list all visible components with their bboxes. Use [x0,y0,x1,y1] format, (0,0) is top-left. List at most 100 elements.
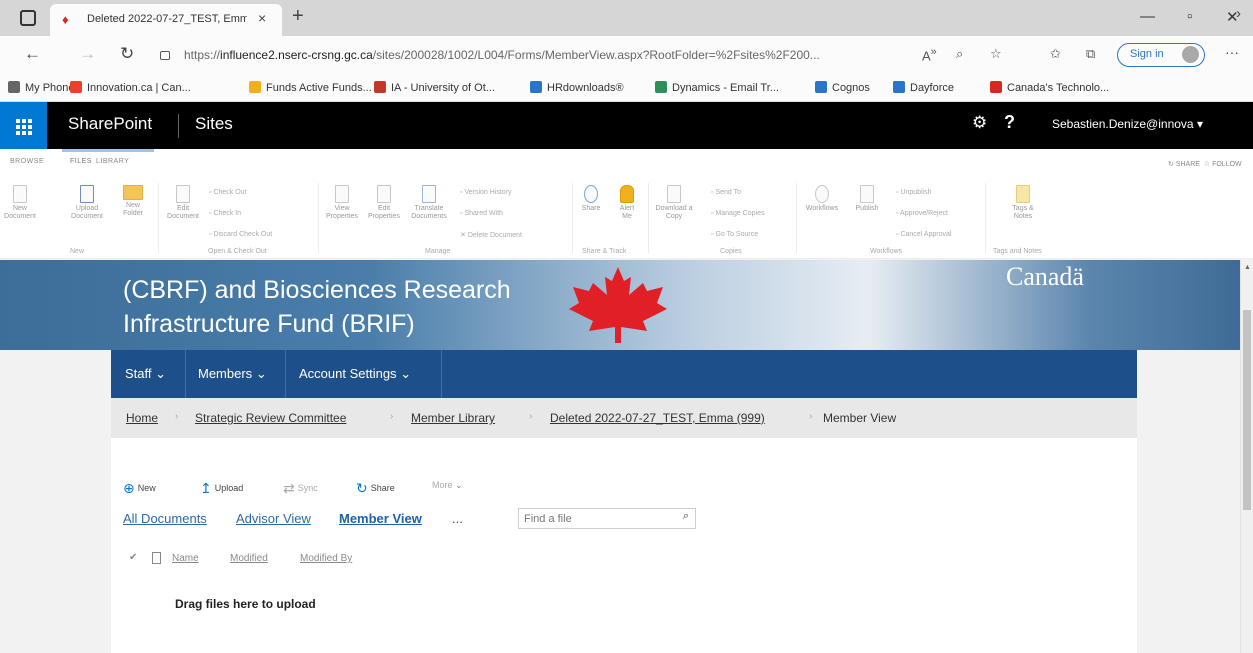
browser-tab[interactable]: ♦ Deleted 2022-07-27_TEST, Emm × [50,4,282,36]
tab-library[interactable]: LIBRARY [96,158,129,165]
ribbon-separator [158,183,159,253]
settings-gear-icon[interactable]: ⚙ [972,113,987,133]
breadcrumb-home[interactable]: Home [126,411,158,425]
tags-notes-button[interactable]: Tags & Notes [1003,185,1043,221]
view-properties-button[interactable]: View Properties [322,185,362,221]
refresh-icon[interactable]: ↻ [120,45,134,62]
select-all-checkmark-icon[interactable]: ✔ [129,552,137,563]
help-icon[interactable]: ? [1004,112,1015,133]
manage-copies-button[interactable]: ▫ Manage Copies [711,210,764,217]
alert-me-button[interactable]: Alert Me [614,185,640,221]
view-more-menu[interactable]: ... [452,511,463,526]
sites-link[interactable]: Sites [195,114,233,134]
more-command[interactable]: More ⌄ [432,480,463,491]
column-modified-by[interactable]: Modified By [300,553,352,564]
upload-icon [80,185,94,203]
url-field[interactable]: https://influence2.nserc-crsng.gc.ca/sit… [160,43,960,67]
search-icon[interactable]: ⌕ [683,510,689,523]
edit-document-button[interactable]: Edit Document [166,185,200,221]
read-aloud-icon[interactable]: A» [922,46,937,63]
upload-document-button[interactable]: Upload Document [70,185,104,221]
delete-document-button[interactable]: ✕ Delete Document [460,231,522,239]
nav-account-settings-label: Account Settings [299,366,397,381]
breadcrumb-library[interactable]: Member Library [411,411,495,425]
new-folder-button[interactable]: New Folder [118,185,148,218]
favorite-item[interactable]: HRdownloads® [530,81,624,94]
new-command[interactable]: ⊕ New [123,480,156,497]
sharepoint-brand[interactable]: SharePoint [68,114,152,134]
nav-account-settings[interactable]: Account Settings ⌄ [299,366,411,382]
drop-zone[interactable]: Drag files here to upload [175,597,316,611]
site-title[interactable]: (CBRF) and Biosciences Research Infrastr… [123,273,583,341]
approve-reject-button[interactable]: ▫ Approve/Reject [896,210,948,217]
restore-icon[interactable]: ▫ [1187,8,1192,25]
suite-divider [178,114,179,138]
column-modified[interactable]: Modified [230,553,268,564]
scrollbar-thumb[interactable] [1243,310,1251,510]
tab-files[interactable]: FILES [70,158,92,165]
lock-icon [160,51,170,60]
favorite-item[interactable]: Canada's Technolo... [990,81,1109,94]
send-to-button[interactable]: ▫ Send To [711,189,741,196]
shared-with-button[interactable]: ▫ Shared With [460,210,503,217]
cancel-approval-button[interactable]: ▫ Cancel Approval [896,231,951,238]
manage-copies-label: Manage Copies [715,210,765,217]
page-scrollbar[interactable]: ▲ [1240,260,1253,653]
workflows-button[interactable]: Workflows [802,185,842,213]
new-document-button[interactable]: New Document [2,185,38,221]
discard-check-out-button[interactable]: ▫ Discard Check Out [209,231,272,238]
nav-members[interactable]: Members ⌄ [198,366,267,382]
breadcrumb-folder[interactable]: Deleted 2022-07-27_TEST, Emma (999) [550,411,765,425]
collections-icon[interactable]: ⧉ [1086,46,1095,62]
publish-button[interactable]: Publish [852,185,882,213]
tab-actions-icon[interactable] [20,10,36,26]
version-history-button[interactable]: ▫ Version History [460,189,512,196]
column-name[interactable]: Name [172,553,199,564]
favorite-item[interactable]: Funds Active Funds... [249,81,372,94]
translate-documents-button[interactable]: Translate Documents [404,185,454,221]
view-advisor[interactable]: Advisor View [236,511,311,526]
breadcrumb: Home › Strategic Review Committee › Memb… [111,398,1137,438]
tags-notes-label: Tags & Notes [1012,205,1034,220]
favorite-label: Dynamics - Email Tr... [672,82,779,94]
check-in-button[interactable]: ▫ Check In [209,210,241,217]
favorite-item[interactable]: Innovation.ca | Can... [70,81,191,94]
browser-menu-icon[interactable]: ··· [1225,44,1239,60]
share-command[interactable]: ↻ Share [356,480,395,497]
forward-icon[interactable]: → [79,45,96,62]
add-favorite-icon[interactable]: ☆ [990,46,1002,62]
unpublish-button[interactable]: ▫ Unpublish [896,189,932,196]
favorite-item[interactable]: Cognos [815,81,870,94]
sign-in-button[interactable]: Sign in [1117,43,1205,67]
chevron-down-icon: ⌄ [455,480,463,490]
favorite-item[interactable]: Dynamics - Email Tr... [655,81,779,94]
follow-link[interactable]: FOLLOW [1212,161,1242,168]
check-out-button[interactable]: ▫ Check Out [209,189,247,196]
tab-browse[interactable]: BROWSE [10,158,44,165]
favorites-more-icon[interactable]: › [1236,5,1241,22]
share-doc-button[interactable]: Share [578,185,604,213]
back-icon[interactable]: ← [24,45,41,62]
view-all-documents[interactable]: All Documents [123,511,207,526]
view-member[interactable]: Member View [339,511,422,526]
close-tab-icon[interactable]: × [258,10,266,26]
nav-staff[interactable]: Staff ⌄ [125,366,166,382]
sync-command[interactable]: ⇄ Sync [283,480,318,497]
find-file-input[interactable] [519,509,669,528]
new-tab-icon[interactable]: + [292,5,304,28]
favorite-item[interactable]: Dayforce [893,81,954,94]
scroll-up-icon[interactable]: ▲ [1244,264,1251,271]
download-copy-button[interactable]: Download a Copy [654,185,694,221]
breadcrumb-committee[interactable]: Strategic Review Committee [195,411,346,425]
app-launcher-icon[interactable] [0,102,47,149]
favorites-icon[interactable]: ✩ [1050,46,1061,62]
minimize-icon[interactable]: — [1140,8,1155,25]
favorite-item[interactable]: IA - University of Ot... [374,81,495,94]
edit-properties-button[interactable]: Edit Properties [364,185,404,221]
go-to-source-button[interactable]: ▫ Go To Source [711,231,758,238]
favorite-item[interactable]: My Phone [8,81,75,94]
user-menu[interactable]: Sebastien.Denize@innova ▾ [1052,117,1203,131]
share-link[interactable]: SHARE [1176,161,1200,168]
zoom-icon[interactable]: ⌕ [956,46,963,62]
upload-command[interactable]: ↥ Upload [200,480,243,497]
